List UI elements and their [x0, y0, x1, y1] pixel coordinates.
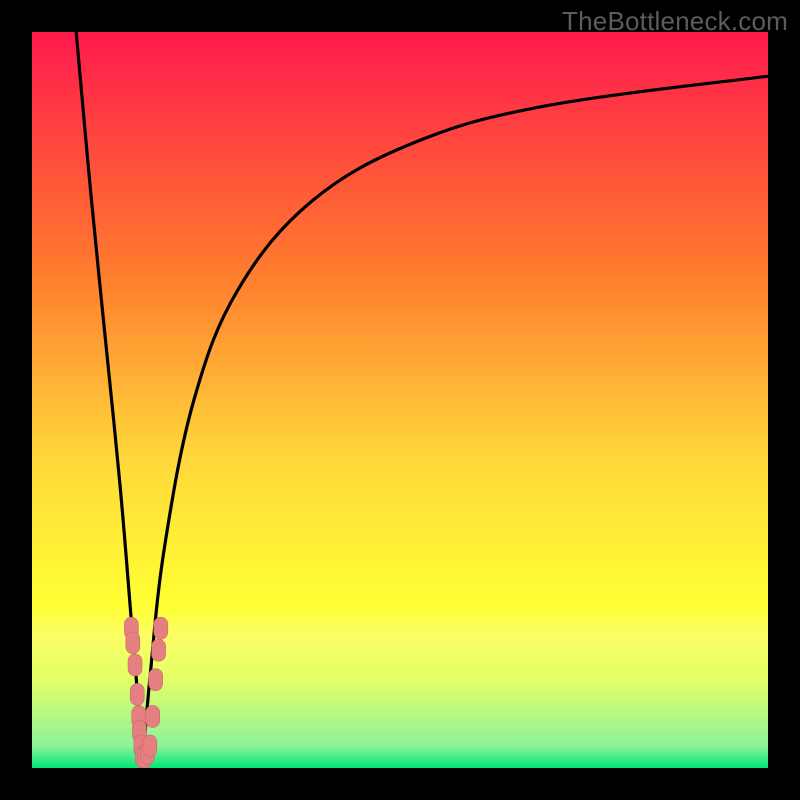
data-marker — [149, 669, 163, 691]
data-marker — [152, 639, 166, 661]
data-marker — [154, 617, 168, 639]
data-marker — [130, 683, 144, 705]
plot-area — [32, 32, 768, 768]
data-marker — [126, 632, 140, 654]
chart-frame: TheBottleneck.com — [0, 0, 800, 800]
data-marker — [128, 654, 142, 676]
data-marker — [146, 705, 160, 727]
data-marker — [143, 735, 157, 757]
gradient-bg — [32, 32, 768, 768]
chart-svg — [32, 32, 768, 768]
watermark-text: TheBottleneck.com — [562, 6, 788, 37]
